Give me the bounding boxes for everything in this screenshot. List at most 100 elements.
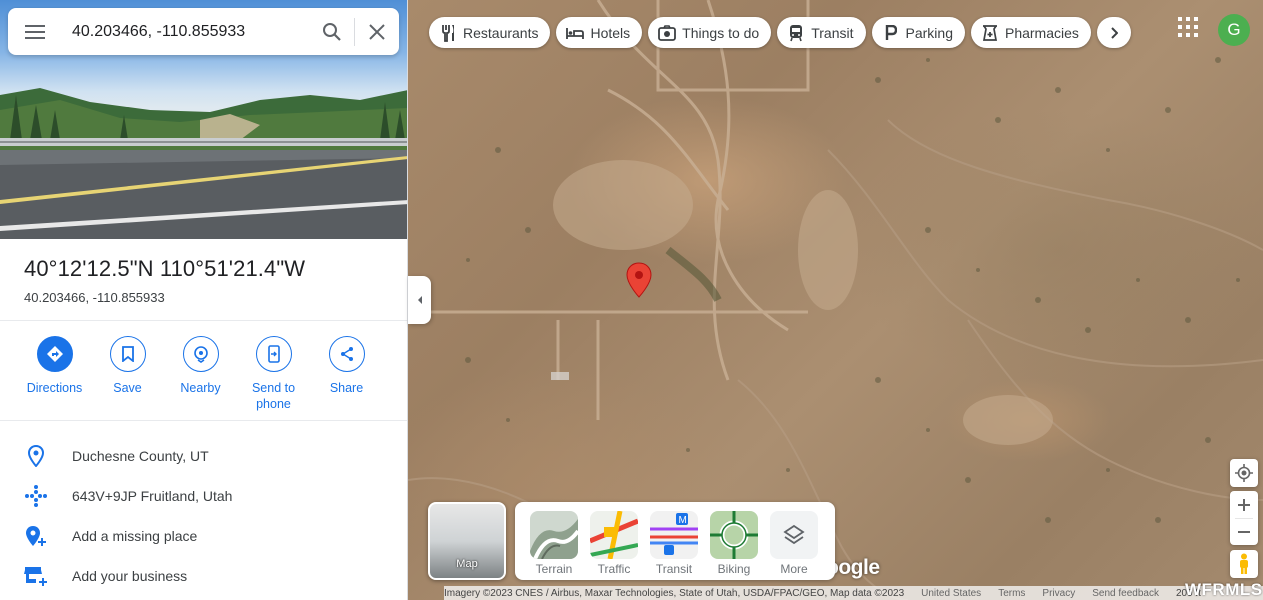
svg-text:M: M [679, 515, 687, 526]
directions-label: Directions [26, 381, 83, 395]
divider [0, 320, 407, 321]
camera-icon [658, 24, 677, 42]
nearby-icon [182, 336, 219, 372]
chip-pharmacies[interactable]: Pharmacies [970, 17, 1091, 48]
chip-label: Pharmacies [1004, 24, 1079, 41]
share-button[interactable]: Share [310, 336, 383, 412]
bookmark-icon [109, 336, 146, 372]
layer-label: Terrain [535, 562, 573, 576]
zoom-controls [1230, 491, 1258, 545]
my-location-button[interactable] [1230, 459, 1258, 487]
hamburger-menu-icon[interactable] [8, 8, 62, 55]
chip-label: Parking [905, 24, 953, 41]
zoom-in-button[interactable] [1230, 492, 1258, 518]
search-icon[interactable] [310, 8, 354, 55]
save-button[interactable]: Save [91, 336, 164, 412]
send-to-phone-button[interactable]: Send to phone [237, 336, 310, 412]
layer-traffic[interactable]: Traffic [590, 511, 638, 580]
layer-label: More [780, 562, 808, 576]
maps-app: 40°12'12.5"N 110°51'21.4"W 40.203466, -1… [0, 0, 1263, 600]
layer-label: Biking [717, 562, 751, 576]
layer-label: Transit [655, 562, 693, 576]
info-list: Duchesne County, UT 643V+9JP Fruitland, … [0, 436, 407, 596]
base-map-toggle[interactable]: Map [428, 502, 506, 580]
map-footer: Imagery ©2023 CNES / Airbus, Maxar Techn… [444, 586, 1263, 600]
terms-link[interactable]: Terms [998, 588, 1025, 599]
share-icon [328, 336, 365, 372]
layers-icon [770, 511, 818, 559]
layer-transit[interactable]: M Transit [650, 511, 698, 580]
location-marker-icon[interactable] [626, 262, 652, 298]
biking-icon [710, 511, 758, 559]
watermark: WFRMLS [1185, 580, 1263, 599]
nearby-label: Nearby [180, 381, 221, 395]
place-title: 40°12'12.5"N 110°51'21.4"W [24, 256, 306, 281]
plus-icon [1238, 498, 1250, 511]
divider [0, 420, 407, 421]
pharmacy-icon [981, 24, 999, 42]
street-view-pegman[interactable] [1230, 550, 1258, 578]
info-address-row[interactable]: Duchesne County, UT [0, 436, 407, 476]
info-plus-code-text: 643V+9JP Fruitland, Utah [72, 488, 233, 504]
layer-terrain[interactable]: Terrain [530, 511, 578, 580]
directions-icon [36, 336, 73, 372]
chevron-right-icon [1111, 26, 1118, 39]
region-link[interactable]: United States [921, 588, 981, 599]
collapse-panel-button[interactable] [408, 276, 431, 324]
chip-things-to-do[interactable]: Things to do [648, 17, 772, 48]
send-to-phone-icon [255, 336, 292, 372]
nearby-button[interactable]: Nearby [164, 336, 237, 412]
info-address-text: Duchesne County, UT [72, 448, 209, 464]
directions-button[interactable]: Directions [18, 336, 91, 412]
chips-next-button[interactable] [1096, 17, 1131, 48]
layer-label: Traffic [597, 562, 631, 576]
chip-parking[interactable]: Parking [871, 17, 965, 48]
chip-label: Hotels [590, 24, 631, 41]
chip-label: Things to do [682, 24, 760, 41]
hotel-icon [566, 24, 585, 42]
action-row: Directions Save Nearby Send to phone Sha… [18, 336, 383, 412]
add-missing-place-text: Add a missing place [72, 528, 198, 544]
my-location-icon [1235, 464, 1253, 482]
category-chips: Restaurants Hotels Things to do Transit … [429, 17, 1131, 48]
privacy-link[interactable]: Privacy [1042, 588, 1075, 599]
chip-label: Transit [811, 24, 854, 41]
imagery-attribution: Imagery ©2023 CNES / Airbus, Maxar Techn… [444, 587, 905, 599]
save-label: Save [113, 381, 142, 395]
transit-icon [787, 24, 805, 42]
send-feedback-link[interactable]: Send feedback [1092, 588, 1159, 599]
chevron-left-icon [417, 296, 422, 304]
add-location-icon [24, 524, 48, 548]
terrain-icon [530, 511, 578, 559]
add-business-row[interactable]: Add your business [0, 556, 407, 596]
chip-restaurants[interactable]: Restaurants [429, 17, 551, 48]
layers-panel: Terrain Traffic M Transit Biking More [515, 502, 835, 580]
add-business-text: Add your business [72, 568, 188, 584]
info-plus-code-row[interactable]: 643V+9JP Fruitland, Utah [0, 476, 407, 516]
restaurant-icon [439, 24, 457, 42]
transit-layer-icon: M [650, 511, 698, 559]
layer-more[interactable]: More [770, 511, 818, 580]
place-coordinates: 40.203466, -110.855933 [24, 290, 165, 305]
layer-biking[interactable]: Biking [710, 511, 758, 580]
search-input[interactable] [62, 11, 310, 52]
search-box [8, 8, 399, 55]
apps-grid-icon[interactable] [1178, 17, 1202, 41]
chip-hotels[interactable]: Hotels [556, 17, 643, 48]
zoom-out-button[interactable] [1230, 519, 1258, 545]
account-avatar[interactable]: G [1218, 14, 1250, 46]
chip-transit[interactable]: Transit [777, 17, 866, 48]
close-icon[interactable] [355, 8, 399, 55]
place-panel: 40°12'12.5"N 110°51'21.4"W 40.203466, -1… [0, 0, 408, 600]
pegman-icon [1240, 553, 1248, 574]
parking-icon [882, 24, 900, 42]
plus-code-icon [24, 484, 48, 508]
chip-label: Restaurants [463, 24, 539, 41]
share-label: Share [329, 381, 364, 395]
base-map-label: Map [456, 558, 478, 570]
location-pin-icon [24, 444, 48, 468]
send-to-phone-label: Send to phone [251, 381, 296, 411]
traffic-icon [590, 511, 638, 559]
place-header: 40°12'12.5"N 110°51'21.4"W 40.203466, -1… [24, 256, 305, 305]
add-missing-place-row[interactable]: Add a missing place [0, 516, 407, 556]
